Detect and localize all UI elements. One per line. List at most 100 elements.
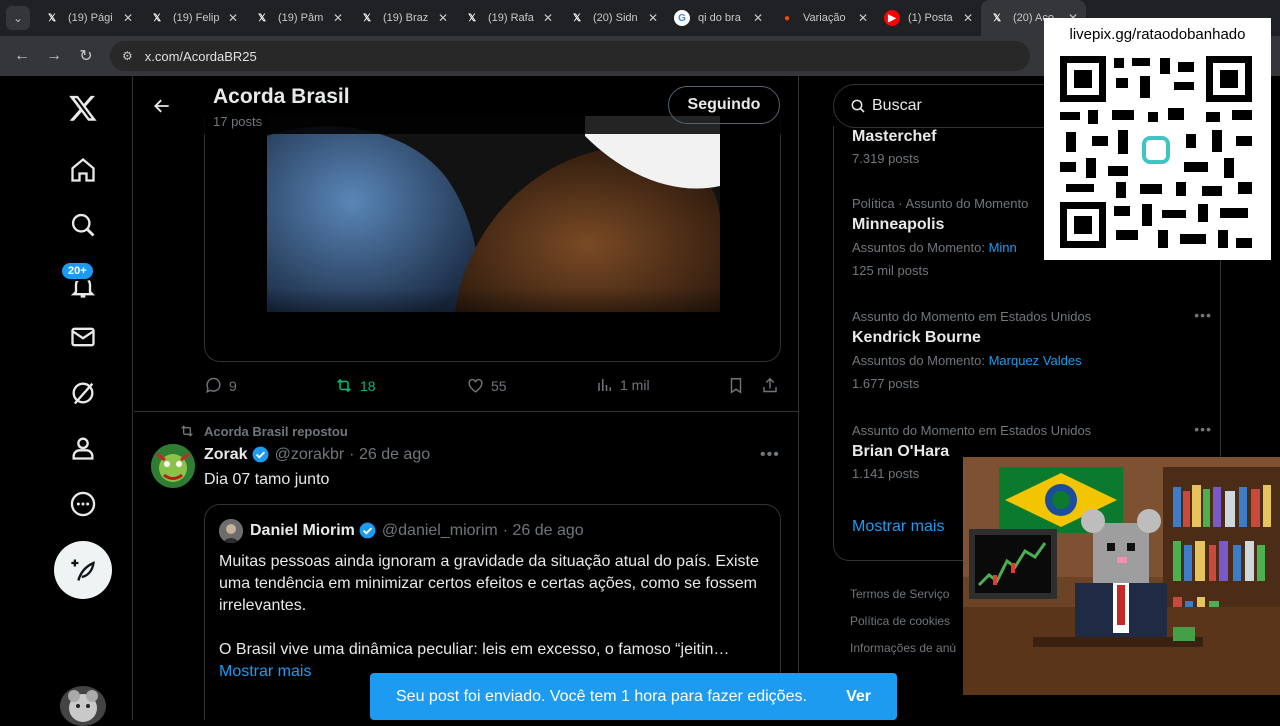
back-arrow-icon[interactable] <box>152 96 172 121</box>
more-options-icon[interactable] <box>63 484 103 524</box>
x-logo-icon: 𝕏 <box>992 12 1002 24</box>
browser-tab[interactable]: 𝕏 (19) Pâm ✕ <box>246 0 351 36</box>
repost-icon <box>337 378 351 393</box>
notifications-badge: 20+ <box>60 261 95 281</box>
profile-icon[interactable] <box>63 428 103 468</box>
trend-related-label: Assuntos do Momento: <box>852 240 985 255</box>
post-author-line: Zorak @zorakbr · 26 de ago <box>204 445 430 464</box>
toast-message: Seu post foi enviado. Você tem 1 hora pa… <box>396 687 807 705</box>
home-icon[interactable] <box>63 150 103 190</box>
footer-link-terms[interactable]: Termos de Serviço <box>850 581 956 608</box>
trend-category: Assunto do Momento em Estados Unidos <box>852 423 1092 438</box>
verified-badge-icon <box>359 522 376 539</box>
close-tab-icon[interactable]: ✕ <box>753 11 763 25</box>
trend-more-icon[interactable]: ••• <box>1194 421 1212 437</box>
browser-tab[interactable]: 𝕏 (20) Sidn ✕ <box>561 0 666 36</box>
show-more-trends-link[interactable]: Mostrar mais <box>852 518 944 536</box>
x-logo-icon[interactable] <box>63 88 103 128</box>
trend-related-link[interactable]: Marquez Valdes <box>989 353 1082 368</box>
views-bar-chart-icon <box>598 379 611 391</box>
tab-search-icon[interactable]: ⌄ <box>6 6 30 30</box>
main-timeline: Acorda Brasil 17 posts Seguindo 9 18 55 … <box>134 76 799 720</box>
repost-action[interactable]: 18 <box>334 376 376 395</box>
trend-related-link[interactable]: Minn <box>989 240 1017 255</box>
tab-title: Variação <box>803 12 846 24</box>
trend-more-icon[interactable]: ••• <box>1194 307 1212 323</box>
livepix-qr-overlay: livepix.gg/rataodobanhado <box>1044 18 1271 260</box>
google-icon: G <box>674 10 690 26</box>
repost-indicator: Acorda Brasil repostou <box>178 423 348 439</box>
trend-post-count: 125 mil posts <box>852 263 929 278</box>
reply-action[interactable]: 9 <box>204 376 237 395</box>
close-tab-icon[interactable]: ✕ <box>228 11 238 25</box>
qr-label: livepix.gg/rataodobanhado <box>1069 26 1246 43</box>
close-tab-icon[interactable]: ✕ <box>333 11 343 25</box>
messages-envelope-icon[interactable] <box>63 317 103 357</box>
grok-icon[interactable] <box>63 373 103 413</box>
reload-icon[interactable]: ↻ <box>74 46 98 66</box>
author-handle[interactable]: @zorakbr <box>275 446 345 464</box>
like-action[interactable]: 55 <box>466 376 507 395</box>
browser-tab[interactable]: 𝕏 (19) Braz ✕ <box>351 0 456 36</box>
profile-name: Acorda Brasil <box>213 85 350 108</box>
verified-badge-icon <box>252 446 268 463</box>
post-divider <box>134 411 798 412</box>
post-count: 17 posts <box>213 114 263 129</box>
views-action[interactable]: 1 mil <box>596 376 650 394</box>
like-count: 55 <box>491 377 507 394</box>
post-actions: 9 18 55 1 mil <box>204 376 784 400</box>
site-settings-icon[interactable]: ⚙ <box>122 49 133 63</box>
quoted-post-text: Muitas pessoas ainda ignoram a gravidade… <box>219 551 769 683</box>
post-image-eagles[interactable] <box>204 116 781 362</box>
post-date[interactable]: · 26 de ago <box>349 446 430 464</box>
zorak-avatar[interactable] <box>151 444 195 488</box>
close-tab-icon[interactable]: ✕ <box>858 11 868 25</box>
author-name[interactable]: Zorak <box>204 446 248 464</box>
browser-tab[interactable]: ● Variação ✕ <box>771 0 876 36</box>
browser-tab[interactable]: 𝕏 (19) Felip ✕ <box>141 0 246 36</box>
following-button[interactable]: Seguindo <box>668 86 780 124</box>
post-more-icon[interactable]: ••• <box>760 446 780 464</box>
footer-link-cookies[interactable]: Política de cookies <box>850 608 956 635</box>
trend-post-count: 1.677 posts <box>852 376 920 391</box>
post-sent-toast: Seu post foi enviado. Você tem 1 hora pa… <box>370 673 897 720</box>
post-text: Dia 07 tamo junto <box>204 471 330 488</box>
bookmark-icon[interactable] <box>727 376 745 395</box>
close-tab-icon[interactable]: ✕ <box>438 11 448 25</box>
tab-title: (19) Rafa <box>488 12 534 24</box>
reddit-icon: ● <box>783 12 791 24</box>
quoted-paragraph-1: Muitas pessoas ainda ignoram a gravidade… <box>219 553 759 614</box>
trend-item[interactable]: Assunto do Momento em Estados Unidos •••… <box>852 307 1212 395</box>
compose-post-button[interactable] <box>54 541 112 599</box>
footer-link-ads-info[interactable]: Informações de anú <box>850 635 956 662</box>
toast-view-button[interactable]: Ver <box>846 688 871 706</box>
browser-tab[interactable]: 𝕏 (19) Rafa ✕ <box>456 0 561 36</box>
quoted-author-line: Daniel Miorim @daniel_miorim · 26 de ago <box>250 521 584 540</box>
trend-category: Assunto do Momento em Estados Unidos <box>852 309 1092 324</box>
close-tab-icon[interactable]: ✕ <box>123 11 133 25</box>
trend-related: Assuntos do Momento: Marquez Valdes <box>852 349 1212 373</box>
quoted-post-date: · 26 de ago <box>502 521 584 539</box>
browser-tab[interactable]: 𝕏 (19) Pági ✕ <box>36 0 141 36</box>
close-tab-icon[interactable]: ✕ <box>648 11 658 25</box>
tab-title: qi do bra <box>698 12 741 24</box>
reply-bubble-icon <box>206 377 221 394</box>
search-placeholder: Buscar <box>872 97 922 114</box>
browser-tab[interactable]: Gqi do bra ✕ <box>666 0 771 36</box>
url-text: x.com/AcordaBR25 <box>144 48 257 64</box>
quoted-paragraph-2: O Brasil vive uma dinâmica peculiar: lei… <box>219 641 730 658</box>
url-field[interactable]: ⚙ x.com/AcordaBR25 <box>110 41 1030 71</box>
browser-tab[interactable]: ▶ (1) Posta ✕ <box>876 0 981 36</box>
back-arrow-icon[interactable]: ← <box>10 47 34 65</box>
x-logo-icon: 𝕏 <box>47 12 57 24</box>
youtube-icon: ▶ <box>884 10 900 26</box>
close-tab-icon[interactable]: ✕ <box>543 11 553 25</box>
views-count: 1 mil <box>620 377 650 393</box>
forward-arrow-icon[interactable]: → <box>42 47 66 65</box>
tab-title: (19) Braz <box>383 12 429 24</box>
close-tab-icon[interactable]: ✕ <box>963 11 973 25</box>
tab-title: (19) Felip <box>173 12 220 24</box>
account-avatar[interactable] <box>60 686 106 726</box>
explore-search-icon[interactable] <box>63 205 103 245</box>
share-icon[interactable] <box>761 376 779 395</box>
